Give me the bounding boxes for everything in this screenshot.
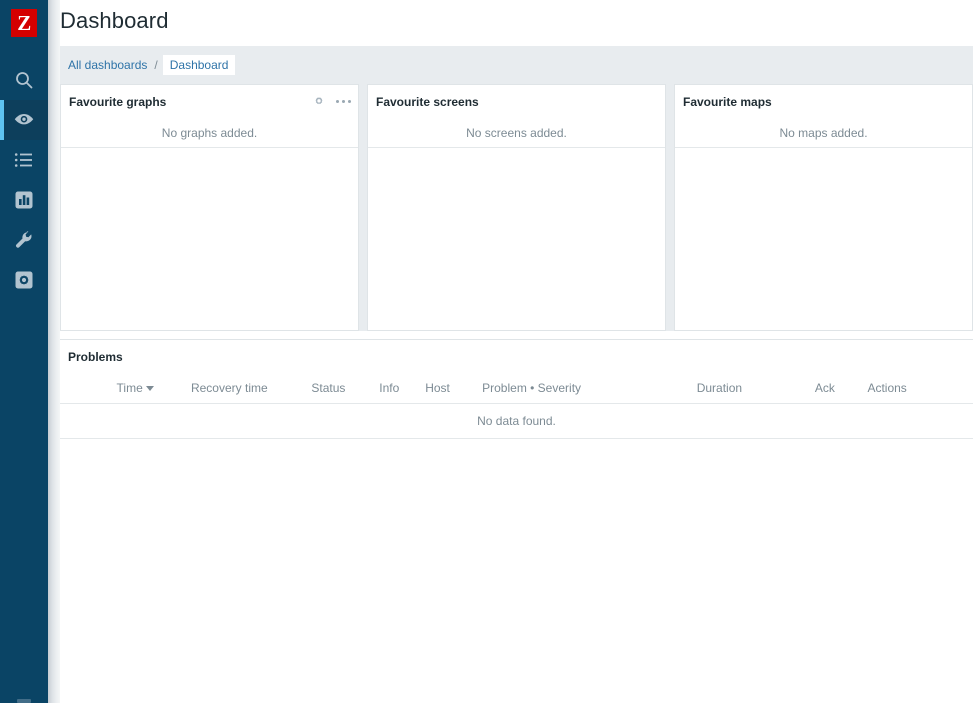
- favourites-widget-row: Favourite graphs No graphs added. Favour…: [60, 84, 973, 331]
- problems-table: Time Recovery time Status Info Host Prob…: [60, 373, 973, 439]
- ellipsis-icon[interactable]: [336, 99, 351, 103]
- sidebar-collapse-handle[interactable]: [0, 689, 48, 703]
- widget-empty-message: No screens added.: [368, 118, 665, 148]
- problems-body: No data found.: [60, 403, 973, 439]
- widget-title: Favourite screens: [376, 94, 479, 109]
- sidebar-item-inventory[interactable]: [0, 140, 48, 180]
- col-duration-label: Duration: [696, 381, 743, 395]
- widget-title: Favourite graphs: [69, 94, 167, 109]
- search-icon: [14, 70, 34, 90]
- widget-favourite-maps: Favourite maps No maps added.: [674, 84, 973, 331]
- widget-header: Favourite graphs: [61, 85, 358, 118]
- widget-header: Favourite maps: [675, 85, 972, 118]
- col-recovery-time-label: Recovery time: [190, 381, 268, 395]
- sidebar-handle-icon: [17, 699, 31, 703]
- sidebar-item-monitoring[interactable]: [0, 100, 48, 140]
- zabbix-logo[interactable]: Z: [0, 0, 48, 46]
- breadcrumb: All dashboards / Dashboard: [66, 55, 236, 75]
- sidebar-item-search[interactable]: [0, 60, 48, 100]
- col-status[interactable]: Status: [307, 373, 376, 404]
- bar-chart-icon: [14, 190, 34, 210]
- col-status-label: Status: [311, 381, 346, 395]
- sidebar-item-reports[interactable]: [0, 180, 48, 220]
- col-host-label: Host: [425, 381, 450, 395]
- col-actions[interactable]: Actions: [863, 373, 973, 404]
- widget-favourite-screens: Favourite screens No screens added.: [367, 84, 666, 331]
- col-recovery-time[interactable]: Recovery time: [186, 373, 308, 404]
- col-info[interactable]: Info: [375, 373, 422, 404]
- col-ack-label: Ack: [814, 381, 835, 395]
- logo-letter: Z: [17, 10, 31, 35]
- problems-header-row: Time Recovery time Status Info Host Prob…: [60, 373, 973, 404]
- eye-icon: [13, 110, 35, 130]
- col-duration[interactable]: Duration: [692, 373, 811, 404]
- breadcrumb-all-dashboards[interactable]: All dashboards: [66, 55, 149, 75]
- col-info-label: Info: [379, 381, 400, 395]
- sidebar-shadow: [48, 0, 60, 703]
- problems-title: Problems: [68, 350, 123, 364]
- widget-header: Favourite screens: [368, 85, 665, 118]
- breadcrumb-band: All dashboards / Dashboard: [60, 46, 973, 84]
- col-time-label: Time: [116, 381, 143, 395]
- sidebar-item-administration[interactable]: [0, 260, 48, 300]
- page-title: Dashboard: [60, 8, 169, 33]
- widget-title: Favourite maps: [683, 94, 772, 109]
- breadcrumb-separator: /: [154, 58, 158, 72]
- sidebar: Z: [0, 0, 48, 703]
- col-actions-label: Actions: [867, 381, 907, 395]
- wrench-icon: [14, 230, 34, 250]
- content-area: All dashboards / Dashboard Favourite gra…: [60, 46, 973, 703]
- col-ack[interactable]: Ack: [810, 373, 864, 404]
- gear-icon[interactable]: [312, 94, 326, 108]
- list-icon: [14, 150, 34, 170]
- sidebar-nav: [0, 60, 48, 300]
- page-header: Dashboard: [48, 0, 973, 46]
- widget-empty-message: No graphs added.: [61, 118, 358, 148]
- widget-actions: [312, 94, 351, 108]
- gear-square-icon: [14, 270, 34, 290]
- widget-favourite-graphs: Favourite graphs No graphs added.: [60, 84, 359, 331]
- widget-problems: Problems Time Recovery time Status Info …: [60, 339, 973, 703]
- col-problem-severity-label: Problem • Severity: [482, 381, 582, 395]
- sort-desc-icon: [145, 386, 154, 392]
- logo-box: Z: [11, 9, 37, 37]
- breadcrumb-current-dashboard[interactable]: Dashboard: [162, 55, 236, 75]
- problems-empty-message: No data found.: [60, 403, 973, 439]
- sidebar-item-configuration[interactable]: [0, 220, 48, 260]
- col-spacer: [60, 373, 113, 404]
- col-problem-severity[interactable]: Problem • Severity: [478, 373, 693, 404]
- col-host[interactable]: Host: [421, 373, 479, 404]
- problems-empty-row: No data found.: [60, 403, 973, 439]
- widget-empty-message: No maps added.: [675, 118, 972, 148]
- col-time[interactable]: Time: [112, 373, 187, 404]
